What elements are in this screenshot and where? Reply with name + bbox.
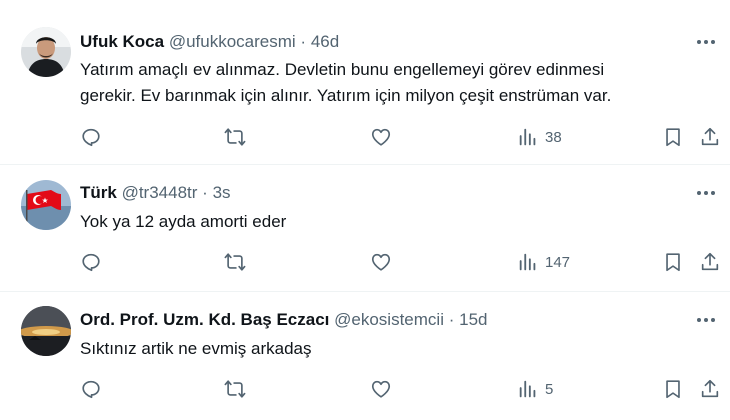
share-icon: [701, 379, 719, 398]
user-handle[interactable]: @tr3448tr: [122, 183, 198, 202]
tweet-header: Ufuk Koca @ufukkocaresmi · 46d: [80, 31, 670, 53]
reply-icon: [82, 380, 100, 399]
like-button[interactable]: [370, 122, 392, 152]
retweet-icon: [224, 380, 246, 398]
separator-dot: ·: [448, 310, 455, 329]
separator-dot: ·: [300, 32, 307, 51]
timestamp[interactable]: 46d: [311, 32, 339, 51]
separator-dot: ·: [202, 183, 208, 202]
heart-icon: [371, 128, 391, 146]
bookmark-icon: [666, 380, 680, 399]
display-name[interactable]: Türk: [80, 183, 117, 202]
tweet-text-line: Yatırım amaçlı ev alınmaz. Devletin bunu…: [80, 60, 605, 79]
like-button[interactable]: [370, 374, 392, 404]
views-icon: [519, 128, 536, 146]
views-button[interactable]: 147: [517, 247, 570, 277]
avatar[interactable]: [21, 306, 71, 356]
tweet-text: Yatırım amaçlı ev alınmaz. Devletin bunu…: [80, 57, 700, 109]
tweet[interactable]: Ord. Prof. Uzm. Kd. Baş Eczacı @ekosiste…: [0, 292, 730, 420]
reply-icon: [82, 253, 100, 272]
avatar[interactable]: [21, 180, 71, 230]
reply-button[interactable]: [80, 374, 102, 404]
action-bar: 38: [0, 122, 730, 152]
views-count: 5: [545, 380, 554, 398]
tweet-text: Yok ya 12 ayda amorti eder: [80, 209, 700, 235]
tweet-header: Ord. Prof. Uzm. Kd. Baş Eczacı @ekosiste…: [80, 309, 670, 331]
reply-icon: [82, 128, 100, 147]
tweet-text: Sıktınız artik ne evmiş arkadaş: [80, 336, 700, 362]
bookmark-button[interactable]: [662, 374, 684, 404]
action-bar: 147: [0, 247, 730, 277]
like-button[interactable]: [370, 247, 392, 277]
share-icon: [701, 127, 719, 146]
tweet-text-line: Sıktınız artik ne evmiş arkadaş: [80, 339, 312, 358]
reply-button[interactable]: [80, 247, 102, 277]
views-button[interactable]: 38: [517, 122, 562, 152]
retweet-button[interactable]: [224, 247, 246, 277]
display-name[interactable]: Ufuk Koca: [80, 32, 164, 51]
display-name[interactable]: Ord. Prof. Uzm. Kd. Baş Eczacı: [80, 310, 329, 329]
bookmark-icon: [666, 128, 680, 147]
user-handle[interactable]: @ekosistemcii: [334, 310, 444, 329]
more-icon[interactable]: [694, 32, 718, 52]
share-button[interactable]: [699, 122, 721, 152]
more-icon[interactable]: [694, 183, 718, 203]
views-count: 38: [545, 128, 562, 146]
retweet-button[interactable]: [224, 374, 246, 404]
user-handle[interactable]: @ufukkocaresmi: [169, 32, 296, 51]
share-icon: [701, 252, 719, 271]
retweet-button[interactable]: [224, 122, 246, 152]
share-button[interactable]: [699, 374, 721, 404]
reply-button[interactable]: [80, 122, 102, 152]
retweet-icon: [224, 253, 246, 271]
timestamp[interactable]: 15d: [459, 310, 487, 329]
views-icon: [519, 380, 536, 398]
tweet[interactable]: Türk @tr3448tr · 3s Yok ya 12 ayda amort…: [0, 165, 730, 291]
more-icon[interactable]: [694, 310, 718, 330]
bookmark-icon: [666, 253, 680, 272]
tweet-text-line: Yok ya 12 ayda amorti eder: [80, 212, 287, 231]
tweet[interactable]: Ufuk Koca @ufukkocaresmi · 46d Yatırım a…: [0, 0, 730, 164]
bookmark-button[interactable]: [662, 247, 684, 277]
views-icon: [519, 253, 536, 271]
heart-icon: [371, 380, 391, 398]
action-bar: 5: [0, 374, 730, 404]
bookmark-button[interactable]: [662, 122, 684, 152]
share-button[interactable]: [699, 247, 721, 277]
views-count: 147: [545, 253, 571, 271]
retweet-icon: [224, 128, 246, 146]
avatar[interactable]: [21, 27, 71, 77]
tweet-text-line: gerekir. Ev barınmak için alınır. Yatırı…: [80, 86, 612, 105]
timestamp[interactable]: 3s: [213, 183, 231, 202]
tweet-header: Türk @tr3448tr · 3s: [80, 182, 670, 204]
views-button[interactable]: 5: [517, 374, 553, 404]
heart-icon: [371, 253, 391, 271]
